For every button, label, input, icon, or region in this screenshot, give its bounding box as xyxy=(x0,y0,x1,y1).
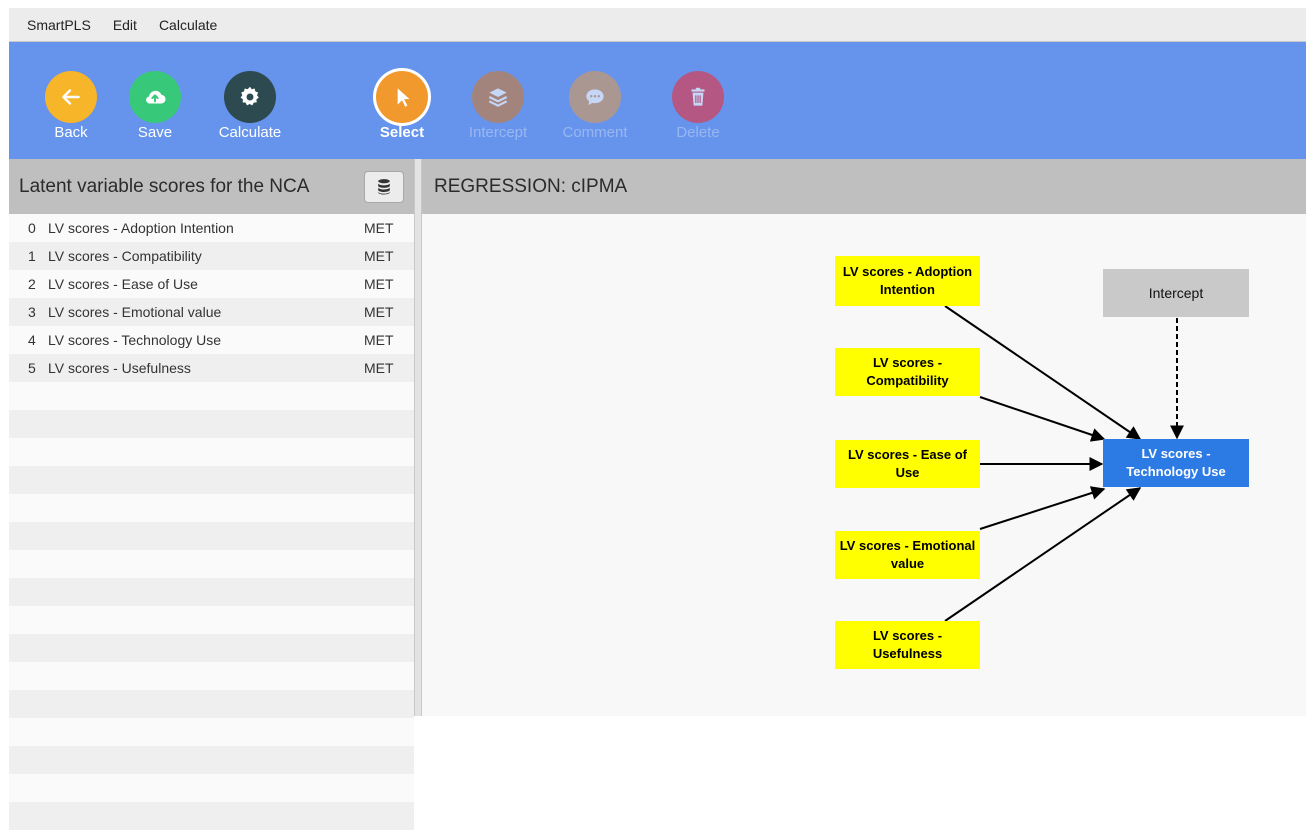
item-type: MET xyxy=(364,332,394,348)
item-name: LV scores - Usefulness xyxy=(48,360,191,376)
select-button[interactable]: Select xyxy=(357,42,447,159)
panel-header: Latent variable scores for the NCA xyxy=(9,159,414,214)
empty-row xyxy=(9,522,414,550)
empty-row xyxy=(9,662,414,690)
empty-row xyxy=(9,634,414,662)
item-name: LV scores - Technology Use xyxy=(48,332,222,348)
database-button[interactable] xyxy=(364,171,404,203)
speech-bubble-icon xyxy=(569,71,621,123)
empty-row xyxy=(9,606,414,634)
item-index: 1 xyxy=(28,248,36,264)
delete-label: Delete xyxy=(676,124,720,141)
list-item[interactable]: 2 LV scores - Ease of Use MET xyxy=(9,270,414,298)
node-adoption-intention[interactable]: LV scores - Adoption Intention xyxy=(835,256,980,306)
node-compatibility[interactable]: LV scores - Compatibility xyxy=(835,348,980,396)
item-type: MET xyxy=(364,220,394,236)
comment-button[interactable]: Comment xyxy=(550,42,640,159)
menu-bar: SmartPLS Edit Calculate xyxy=(9,8,1306,42)
item-type: MET xyxy=(364,360,394,376)
list-item[interactable]: 3 LV scores - Emotional value MET xyxy=(9,298,414,326)
panel-title: Latent variable scores for the NCA xyxy=(19,175,310,197)
list-item[interactable]: 0 LV scores - Adoption Intention MET xyxy=(9,214,414,242)
menu-smartpls[interactable]: SmartPLS xyxy=(27,17,91,33)
list-item[interactable]: 4 LV scores - Technology Use MET xyxy=(9,326,414,354)
empty-row xyxy=(9,578,414,606)
menu-calculate[interactable]: Calculate xyxy=(159,17,217,33)
list-item[interactable]: 1 LV scores - Compatibility MET xyxy=(9,242,414,270)
item-type: MET xyxy=(364,248,394,264)
node-ease-of-use[interactable]: LV scores - Ease of Use xyxy=(835,440,980,488)
item-type: MET xyxy=(364,276,394,292)
regression-title: REGRESSION: cIPMA xyxy=(434,175,628,197)
latent-variable-panel: Latent variable scores for the NCA 0 LV s… xyxy=(9,159,414,830)
regression-header: REGRESSION: cIPMA xyxy=(422,159,1306,214)
edge-compat-to-target[interactable] xyxy=(979,396,1106,442)
node-usefulness[interactable]: LV scores - Usefulness xyxy=(835,621,980,669)
node-intercept[interactable]: Intercept xyxy=(1103,269,1249,317)
item-index: 3 xyxy=(28,304,36,320)
back-button[interactable]: Back xyxy=(26,42,116,159)
node-technology-use[interactable]: LV scores - Technology Use xyxy=(1103,439,1249,487)
layers-icon xyxy=(472,71,524,123)
empty-row xyxy=(9,466,414,494)
empty-row xyxy=(9,746,414,774)
edge-emotional-to-target[interactable] xyxy=(979,486,1106,530)
trash-icon xyxy=(672,71,724,123)
item-index: 4 xyxy=(28,332,36,348)
back-label: Back xyxy=(54,124,88,141)
empty-row xyxy=(9,438,414,466)
empty-row xyxy=(9,690,414,718)
item-name: LV scores - Adoption Intention xyxy=(48,220,234,236)
select-label: Select xyxy=(379,124,425,141)
item-index: 5 xyxy=(28,360,36,376)
empty-row xyxy=(9,550,414,578)
empty-row xyxy=(9,382,414,410)
gear-icon xyxy=(224,71,276,123)
calculate-label: Calculate xyxy=(218,124,282,141)
delete-button[interactable]: Delete xyxy=(653,42,743,159)
list-item[interactable]: 5 LV scores - Usefulness MET xyxy=(9,354,414,382)
comment-label: Comment xyxy=(562,124,628,141)
item-name: LV scores - Emotional value xyxy=(48,304,222,320)
empty-row xyxy=(9,494,414,522)
arrow-left-icon xyxy=(45,71,97,123)
item-name: LV scores - Compatibility xyxy=(48,248,202,264)
empty-row xyxy=(9,410,414,438)
panel-splitter[interactable] xyxy=(414,159,422,716)
calculate-button[interactable]: Calculate xyxy=(205,42,295,159)
node-emotional-value[interactable]: LV scores - Emotional value xyxy=(835,531,980,579)
item-name: LV scores - Ease of Use xyxy=(48,276,198,292)
empty-row xyxy=(9,802,414,830)
save-label: Save xyxy=(137,124,173,141)
item-type: MET xyxy=(364,304,394,320)
intercept-button[interactable]: Intercept xyxy=(453,42,543,159)
cursor-arrow-icon xyxy=(376,71,428,123)
empty-row xyxy=(9,718,414,746)
save-button[interactable]: Save xyxy=(110,42,200,159)
item-index: 0 xyxy=(28,220,36,236)
item-index: 2 xyxy=(28,276,36,292)
menu-edit[interactable]: Edit xyxy=(113,17,137,33)
cloud-upload-icon xyxy=(129,71,181,123)
empty-row xyxy=(9,774,414,802)
variable-list: 0 LV scores - Adoption Intention MET 1 LV s… xyxy=(9,214,414,830)
model-canvas[interactable]: LV scores - Adoption Intention LV scores… xyxy=(422,214,1306,716)
database-icon xyxy=(378,179,390,195)
intercept-label: Intercept xyxy=(468,124,528,141)
toolbar: Back Save Calculate Select Intercept Com… xyxy=(9,42,1306,159)
